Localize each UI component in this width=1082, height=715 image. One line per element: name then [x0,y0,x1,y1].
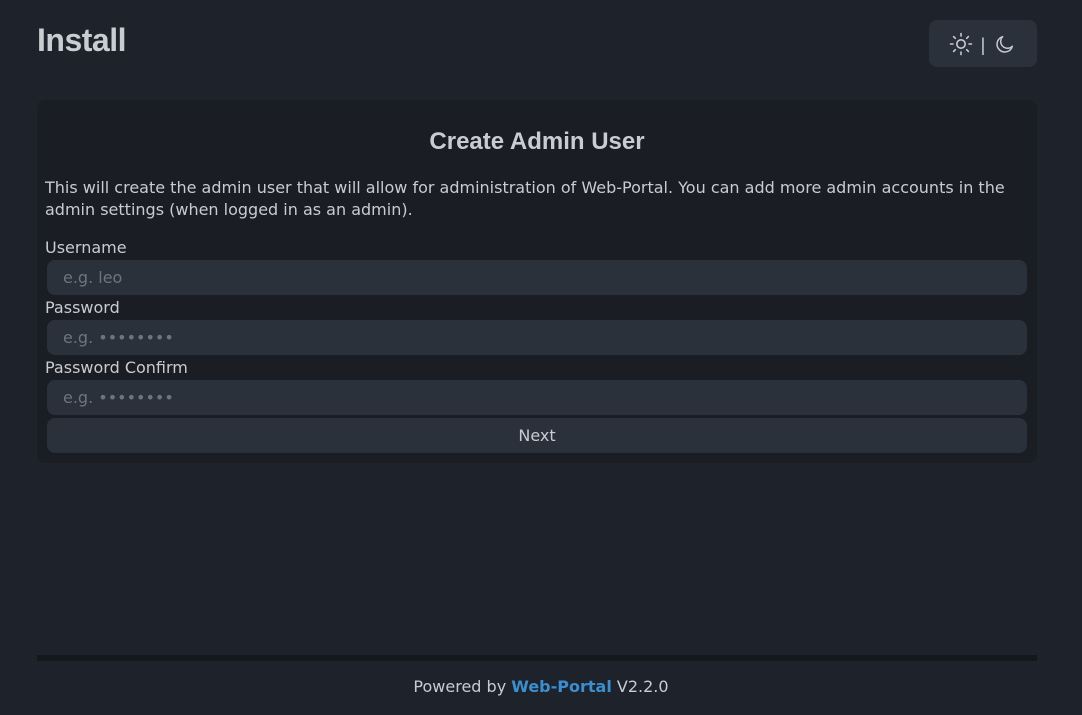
sun-icon[interactable] [949,32,973,56]
create-admin-card: Create Admin User This will create the a… [37,100,1037,463]
card-description: This will create the admin user that wil… [45,178,1005,219]
install-page: Install | Create Admin User This will cr… [0,0,1082,715]
footer: Powered by Web-Portal V2.2.0 [0,677,1082,696]
card-title: Create Admin User [429,128,645,155]
theme-separator: | [980,34,986,55]
footer-version: V2.2.0 [616,677,669,696]
footer-prefix: Powered by [413,677,507,696]
page-title: Install [37,22,126,58]
moon-icon[interactable] [993,32,1017,56]
password-confirm-input[interactable] [47,380,1027,415]
password-label: Password [45,298,120,317]
password-confirm-label: Password Confirm [45,358,188,377]
next-button[interactable]: Next [47,418,1027,453]
username-label: Username [45,238,127,257]
footer-divider [37,655,1037,661]
username-input[interactable] [47,260,1027,295]
footer-brand-link[interactable]: Web-Portal [511,677,612,696]
theme-toggle: | [929,20,1037,67]
password-input[interactable] [47,320,1027,355]
